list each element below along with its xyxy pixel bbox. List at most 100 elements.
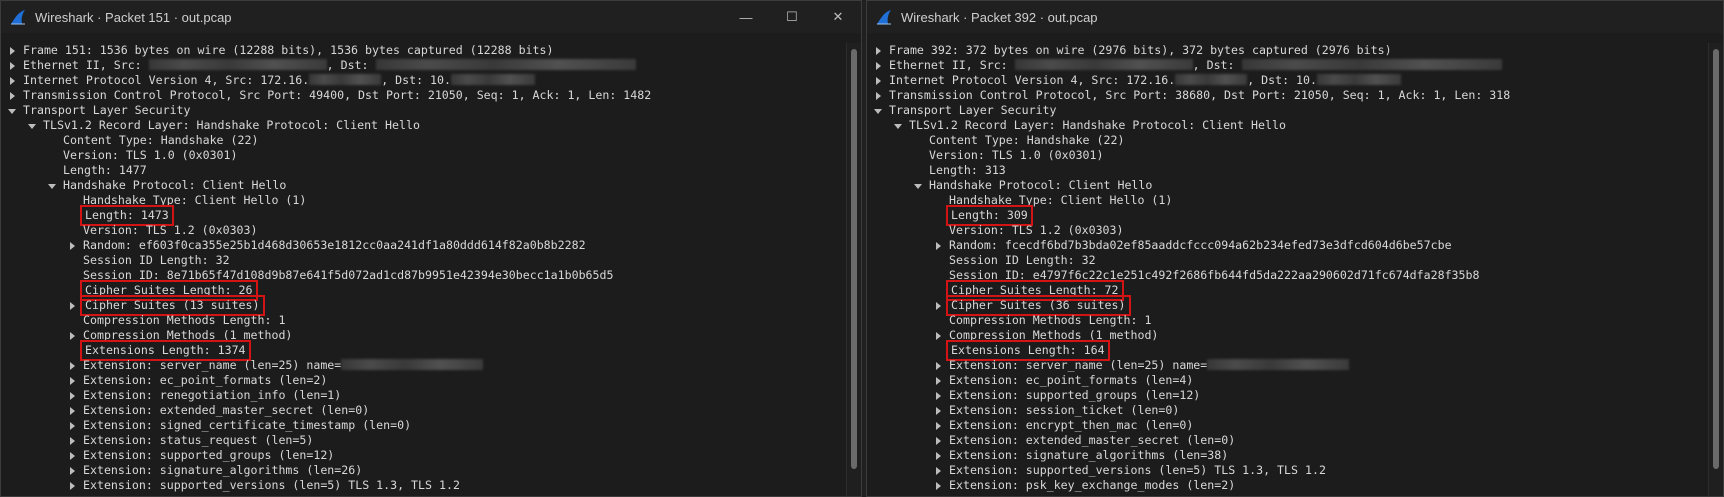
tree-row[interactable]: Transport Layer Security bbox=[867, 103, 1709, 118]
collapsed-chevron-icon[interactable] bbox=[873, 88, 883, 103]
packet-details-tree[interactable]: Frame 392: 372 bytes on wire (2976 bits)… bbox=[867, 43, 1709, 496]
expanded-chevron-icon[interactable] bbox=[47, 178, 57, 193]
maximize-button[interactable]: ☐ bbox=[769, 1, 815, 33]
tree-row[interactable]: Content Type: Handshake (22) bbox=[867, 133, 1709, 148]
tree-row[interactable]: Handshake Protocol: Client Hello bbox=[1, 178, 847, 193]
tree-row[interactable]: Length: 1473 bbox=[1, 205, 847, 226]
titlebar[interactable]: Wireshark · Packet 392 · out.pcap bbox=[867, 1, 1723, 33]
tree-row[interactable]: Handshake Protocol: Client Hello bbox=[867, 178, 1709, 193]
collapsed-chevron-icon[interactable] bbox=[933, 328, 943, 343]
tree-row[interactable]: Version: TLS 1.2 (0x0303) bbox=[867, 223, 1709, 238]
tree-row[interactable]: Ethernet II, Src: , Dst: bbox=[867, 58, 1709, 73]
tree-row[interactable]: Extension: signed_certificate_timestamp … bbox=[1, 418, 847, 433]
collapsed-chevron-icon[interactable] bbox=[933, 463, 943, 478]
tree-row[interactable]: Length: 313 bbox=[867, 163, 1709, 178]
tree-row[interactable]: Length: 1477 bbox=[1, 163, 847, 178]
tree-row[interactable]: Frame 392: 372 bytes on wire (2976 bits)… bbox=[867, 43, 1709, 58]
tree-row[interactable]: Extension: supported_versions (len=5) TL… bbox=[1, 478, 847, 493]
expanded-chevron-icon[interactable] bbox=[893, 118, 903, 133]
collapsed-chevron-icon[interactable] bbox=[933, 388, 943, 403]
tree-row[interactable]: Random: fcecdf6bd7b3bda02ef85aaddcfccc09… bbox=[867, 238, 1709, 253]
tree-row[interactable]: Cipher Suites (36 suites) bbox=[867, 295, 1709, 316]
packet-details-tree[interactable]: Frame 151: 1536 bytes on wire (12288 bit… bbox=[1, 43, 847, 496]
tree-row[interactable]: Version: TLS 1.2 (0x0303) bbox=[1, 223, 847, 238]
tree-row[interactable]: Extensions Length: 164 bbox=[867, 340, 1709, 361]
tree-row[interactable]: Session ID Length: 32 bbox=[867, 253, 1709, 268]
tree-row[interactable]: Extension: signature_algorithms (len=38) bbox=[867, 448, 1709, 463]
tree-row[interactable]: Transmission Control Protocol, Src Port:… bbox=[1, 88, 847, 103]
tree-row[interactable]: Session ID Length: 32 bbox=[1, 253, 847, 268]
tree-row[interactable]: TLSv1.2 Record Layer: Handshake Protocol… bbox=[867, 118, 1709, 133]
collapsed-chevron-icon[interactable] bbox=[933, 418, 943, 433]
tree-row[interactable]: Ethernet II, Src: , Dst: bbox=[1, 58, 847, 73]
scrollbar-thumb[interactable] bbox=[851, 49, 857, 469]
collapsed-chevron-icon[interactable] bbox=[67, 373, 77, 388]
tree-row[interactable]: Handshake Type: Client Hello (1) bbox=[867, 193, 1709, 208]
collapsed-chevron-icon[interactable] bbox=[67, 298, 77, 313]
vertical-scrollbar[interactable] bbox=[1708, 43, 1723, 496]
collapsed-chevron-icon[interactable] bbox=[67, 238, 77, 253]
expanded-chevron-icon[interactable] bbox=[873, 103, 883, 118]
collapsed-chevron-icon[interactable] bbox=[7, 88, 17, 103]
tree-row[interactable]: Internet Protocol Version 4, Src: 172.16… bbox=[1, 73, 847, 88]
collapsed-chevron-icon[interactable] bbox=[933, 373, 943, 388]
scrollbar-thumb[interactable] bbox=[1713, 49, 1719, 469]
tree-row[interactable]: Cipher Suites Length: 72 bbox=[867, 280, 1709, 301]
tree-row[interactable]: Session ID: e4797f6c22c1e251c492f2686fb6… bbox=[867, 268, 1709, 283]
tree-row[interactable]: Extension: server_name (len=25) name= bbox=[1, 358, 847, 373]
titlebar[interactable]: Wireshark · Packet 151 · out.pcap — ☐ ✕ bbox=[1, 1, 861, 33]
tree-row[interactable]: Extension: ec_point_formats (len=2) bbox=[1, 373, 847, 388]
collapsed-chevron-icon[interactable] bbox=[933, 478, 943, 493]
tree-row[interactable]: Compression Methods Length: 1 bbox=[867, 313, 1709, 328]
collapsed-chevron-icon[interactable] bbox=[7, 43, 17, 58]
collapsed-chevron-icon[interactable] bbox=[873, 43, 883, 58]
tree-row[interactable]: Extension: signature_algorithms (len=26) bbox=[1, 463, 847, 478]
collapsed-chevron-icon[interactable] bbox=[67, 478, 77, 493]
tree-row[interactable]: Cipher Suites Length: 26 bbox=[1, 280, 847, 301]
minimize-button[interactable]: — bbox=[723, 1, 769, 33]
tree-row[interactable]: Extension: renegotiation_info (len=1) bbox=[1, 388, 847, 403]
tree-row[interactable]: Transmission Control Protocol, Src Port:… bbox=[867, 88, 1709, 103]
collapsed-chevron-icon[interactable] bbox=[67, 403, 77, 418]
collapsed-chevron-icon[interactable] bbox=[7, 58, 17, 73]
tree-row[interactable]: Version: TLS 1.0 (0x0301) bbox=[1, 148, 847, 163]
collapsed-chevron-icon[interactable] bbox=[67, 418, 77, 433]
collapsed-chevron-icon[interactable] bbox=[67, 358, 77, 373]
collapsed-chevron-icon[interactable] bbox=[67, 448, 77, 463]
tree-row[interactable]: Cipher Suites (13 suites) bbox=[1, 295, 847, 316]
tree-row[interactable]: Extension: supported_groups (len=12) bbox=[1, 448, 847, 463]
tree-row[interactable]: Extensions Length: 1374 bbox=[1, 340, 847, 361]
collapsed-chevron-icon[interactable] bbox=[933, 448, 943, 463]
tree-row[interactable]: Length: 309 bbox=[867, 205, 1709, 226]
collapsed-chevron-icon[interactable] bbox=[933, 358, 943, 373]
collapsed-chevron-icon[interactable] bbox=[67, 388, 77, 403]
tree-row[interactable]: Extension: status_request (len=5) bbox=[1, 433, 847, 448]
collapsed-chevron-icon[interactable] bbox=[933, 238, 943, 253]
collapsed-chevron-icon[interactable] bbox=[67, 328, 77, 343]
collapsed-chevron-icon[interactable] bbox=[933, 433, 943, 448]
tree-row[interactable]: Extension: encrypt_then_mac (len=0) bbox=[867, 418, 1709, 433]
tree-row[interactable]: TLSv1.2 Record Layer: Handshake Protocol… bbox=[1, 118, 847, 133]
tree-row[interactable]: Extension: psk_key_exchange_modes (len=2… bbox=[867, 478, 1709, 493]
collapsed-chevron-icon[interactable] bbox=[67, 433, 77, 448]
tree-row[interactable]: Extension: supported_versions (len=5) TL… bbox=[867, 463, 1709, 478]
tree-row[interactable]: Extension: extended_master_secret (len=0… bbox=[867, 433, 1709, 448]
tree-row[interactable]: Handshake Type: Client Hello (1) bbox=[1, 193, 847, 208]
tree-row[interactable]: Compression Methods (1 method) bbox=[1, 328, 847, 343]
tree-row[interactable]: Internet Protocol Version 4, Src: 172.16… bbox=[867, 73, 1709, 88]
collapsed-chevron-icon[interactable] bbox=[873, 73, 883, 88]
tree-row[interactable]: Compression Methods (1 method) bbox=[867, 328, 1709, 343]
close-button[interactable]: ✕ bbox=[815, 1, 861, 33]
expanded-chevron-icon[interactable] bbox=[913, 178, 923, 193]
collapsed-chevron-icon[interactable] bbox=[873, 58, 883, 73]
expanded-chevron-icon[interactable] bbox=[27, 118, 37, 133]
collapsed-chevron-icon[interactable] bbox=[933, 403, 943, 418]
tree-row[interactable]: Version: TLS 1.0 (0x0301) bbox=[867, 148, 1709, 163]
tree-row[interactable]: Compression Methods Length: 1 bbox=[1, 313, 847, 328]
expanded-chevron-icon[interactable] bbox=[7, 103, 17, 118]
tree-row[interactable]: Content Type: Handshake (22) bbox=[1, 133, 847, 148]
tree-row[interactable]: Extension: server_name (len=25) name= bbox=[867, 358, 1709, 373]
tree-row[interactable]: Extension: supported_groups (len=12) bbox=[867, 388, 1709, 403]
collapsed-chevron-icon[interactable] bbox=[933, 298, 943, 313]
collapsed-chevron-icon[interactable] bbox=[67, 463, 77, 478]
